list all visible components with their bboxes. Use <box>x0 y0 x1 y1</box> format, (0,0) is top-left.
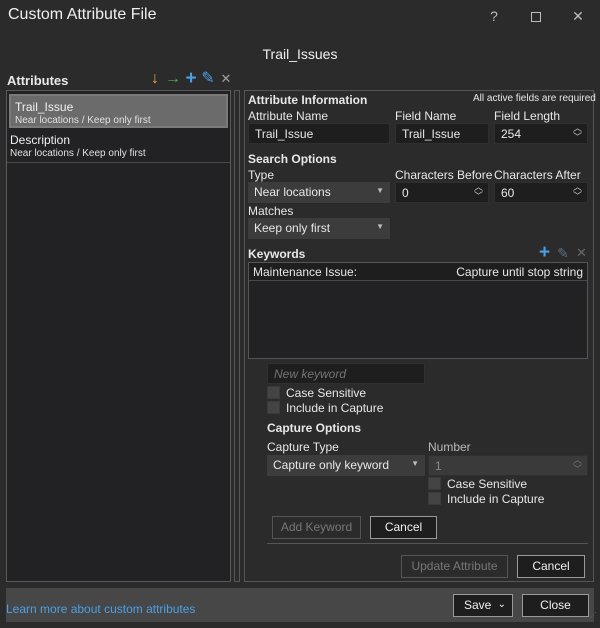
add-keyword-icon[interactable]: + <box>539 242 550 264</box>
field-length-input[interactable]: 254 ︿ ﹀ <box>494 123 588 144</box>
close-button[interactable]: Close <box>522 594 589 617</box>
save-button[interactable]: Save ⌄ <box>453 594 513 617</box>
capture-include-in-capture-label: Include in Capture <box>447 492 545 506</box>
search-options-heading: Search Options <box>248 152 337 166</box>
search-type-select[interactable]: Near locations ▼ <box>248 182 390 203</box>
characters-after-value: 60 <box>501 186 515 200</box>
search-type-value: Near locations <box>254 185 331 199</box>
number-input[interactable]: 1 ︿ ﹀ <box>428 455 588 476</box>
new-keyword-input[interactable] <box>267 363 425 384</box>
capture-type-value: Capture only keyword <box>273 458 390 472</box>
characters-after-label: Characters After <box>494 168 581 182</box>
matches-value: Keep only first <box>254 221 331 235</box>
keyword-row[interactable]: Maintenance Issue: Capture until stop st… <box>249 263 587 281</box>
capture-type-label: Capture Type <box>267 440 339 454</box>
attribute-item-name: Description <box>10 133 71 147</box>
capture-case-sensitive-label: Case Sensitive <box>447 477 528 491</box>
cancel-keyword-button[interactable]: Cancel <box>370 516 437 539</box>
field-name-label: Field Name <box>395 109 457 123</box>
attribute-information-heading: Attribute Information <box>248 93 368 107</box>
keyword-include-in-capture-checkbox[interactable] <box>267 401 280 414</box>
update-attribute-button[interactable]: Update Attribute <box>401 555 508 578</box>
capture-case-sensitive-checkbox[interactable] <box>428 477 441 490</box>
keywords-heading: Keywords <box>248 247 306 261</box>
number-label: Number <box>428 440 471 454</box>
characters-before-spinner-icon[interactable]: ︿ ﹀ <box>474 183 483 201</box>
attribute-item-name: Trail_Issue <box>15 100 74 114</box>
chevron-down-icon: ▼ <box>376 186 384 195</box>
window-title: Custom Attribute File <box>8 6 157 23</box>
attribute-item-summary: Near locations / Keep only first <box>15 115 151 126</box>
field-length-value: 254 <box>501 127 522 141</box>
add-attribute-icon[interactable]: + <box>183 69 199 88</box>
attributes-label: Attributes <box>7 73 69 88</box>
move-right-icon[interactable]: → <box>165 70 181 88</box>
divider <box>267 543 588 544</box>
panel-splitter[interactable] <box>234 90 240 582</box>
learn-more-link[interactable]: Learn more about custom attributes <box>6 602 195 616</box>
type-label: Type <box>248 168 275 182</box>
cancel-attribute-button[interactable]: Cancel <box>517 555 585 578</box>
attribute-name-input[interactable]: Trail_Issue <box>248 123 390 144</box>
maximize-icon <box>531 12 541 22</box>
chevron-down-icon: ▼ <box>411 459 419 468</box>
keyword-case-sensitive-checkbox[interactable] <box>267 386 280 399</box>
attribute-item-trail-issue[interactable]: Trail_Issue Near locations / Keep only f… <box>9 94 228 128</box>
keyword-text: Maintenance Issue: <box>253 265 358 279</box>
field-length-spinner-icon[interactable]: ︿ ﹀ <box>573 124 582 142</box>
capture-options-heading: Capture Options <box>267 421 362 435</box>
number-spinner-icon[interactable]: ︿ ﹀ <box>573 456 582 474</box>
save-dropdown-chevron-icon[interactable]: ⌄ <box>498 595 506 615</box>
attribute-name-label: Attribute Name <box>248 109 329 123</box>
help-button[interactable]: ? <box>482 6 506 28</box>
keyword-case-sensitive-label: Case Sensitive <box>286 386 367 400</box>
characters-before-input[interactable]: 0 ︿ ﹀ <box>395 182 489 203</box>
chevron-down-icon: ▼ <box>376 222 384 231</box>
close-window-button[interactable]: ✕ <box>566 6 590 28</box>
required-note: All active fields are required <box>473 93 596 104</box>
field-length-label: Field Length <box>494 109 561 123</box>
keywords-list[interactable]: Maintenance Issue: Capture until stop st… <box>248 262 588 359</box>
edit-keyword-icon[interactable]: ✎ <box>557 245 569 262</box>
characters-after-spinner-icon[interactable]: ︿ ﹀ <box>573 183 582 201</box>
characters-after-input[interactable]: 60 ︿ ﹀ <box>494 182 588 203</box>
attribute-item-description[interactable]: Description Near locations / Keep only f… <box>7 129 230 163</box>
keyword-capture-mode: Capture until stop string <box>456 265 583 279</box>
add-keyword-button[interactable]: Add Keyword <box>272 516 361 539</box>
capture-type-select[interactable]: Capture only keyword ▼ <box>267 455 425 476</box>
keyword-include-in-capture-label: Include in Capture <box>286 401 384 415</box>
attribute-item-summary: Near locations / Keep only first <box>10 148 146 159</box>
delete-attribute-icon[interactable]: ✕ <box>218 70 234 88</box>
matches-label: Matches <box>248 204 294 218</box>
resize-grip-icon[interactable]: ⋰ <box>590 612 598 626</box>
attributes-list[interactable]: Trail_Issue Near locations / Keep only f… <box>6 90 231 582</box>
maximize-button[interactable] <box>524 6 548 28</box>
delete-keyword-icon[interactable]: ✕ <box>576 245 587 261</box>
move-down-icon[interactable]: ↓ <box>147 70 163 88</box>
number-value: 1 <box>435 459 442 473</box>
matches-select[interactable]: Keep only first ▼ <box>248 218 390 239</box>
characters-before-label: Characters Before <box>395 168 493 182</box>
field-name-input[interactable]: Trail_Issue <box>395 123 489 144</box>
save-label: Save <box>464 598 492 612</box>
edit-attribute-icon[interactable]: ✎ <box>200 70 216 88</box>
file-title: Trail_Issues <box>262 46 338 62</box>
characters-before-value: 0 <box>402 186 409 200</box>
capture-include-in-capture-checkbox[interactable] <box>428 492 441 505</box>
